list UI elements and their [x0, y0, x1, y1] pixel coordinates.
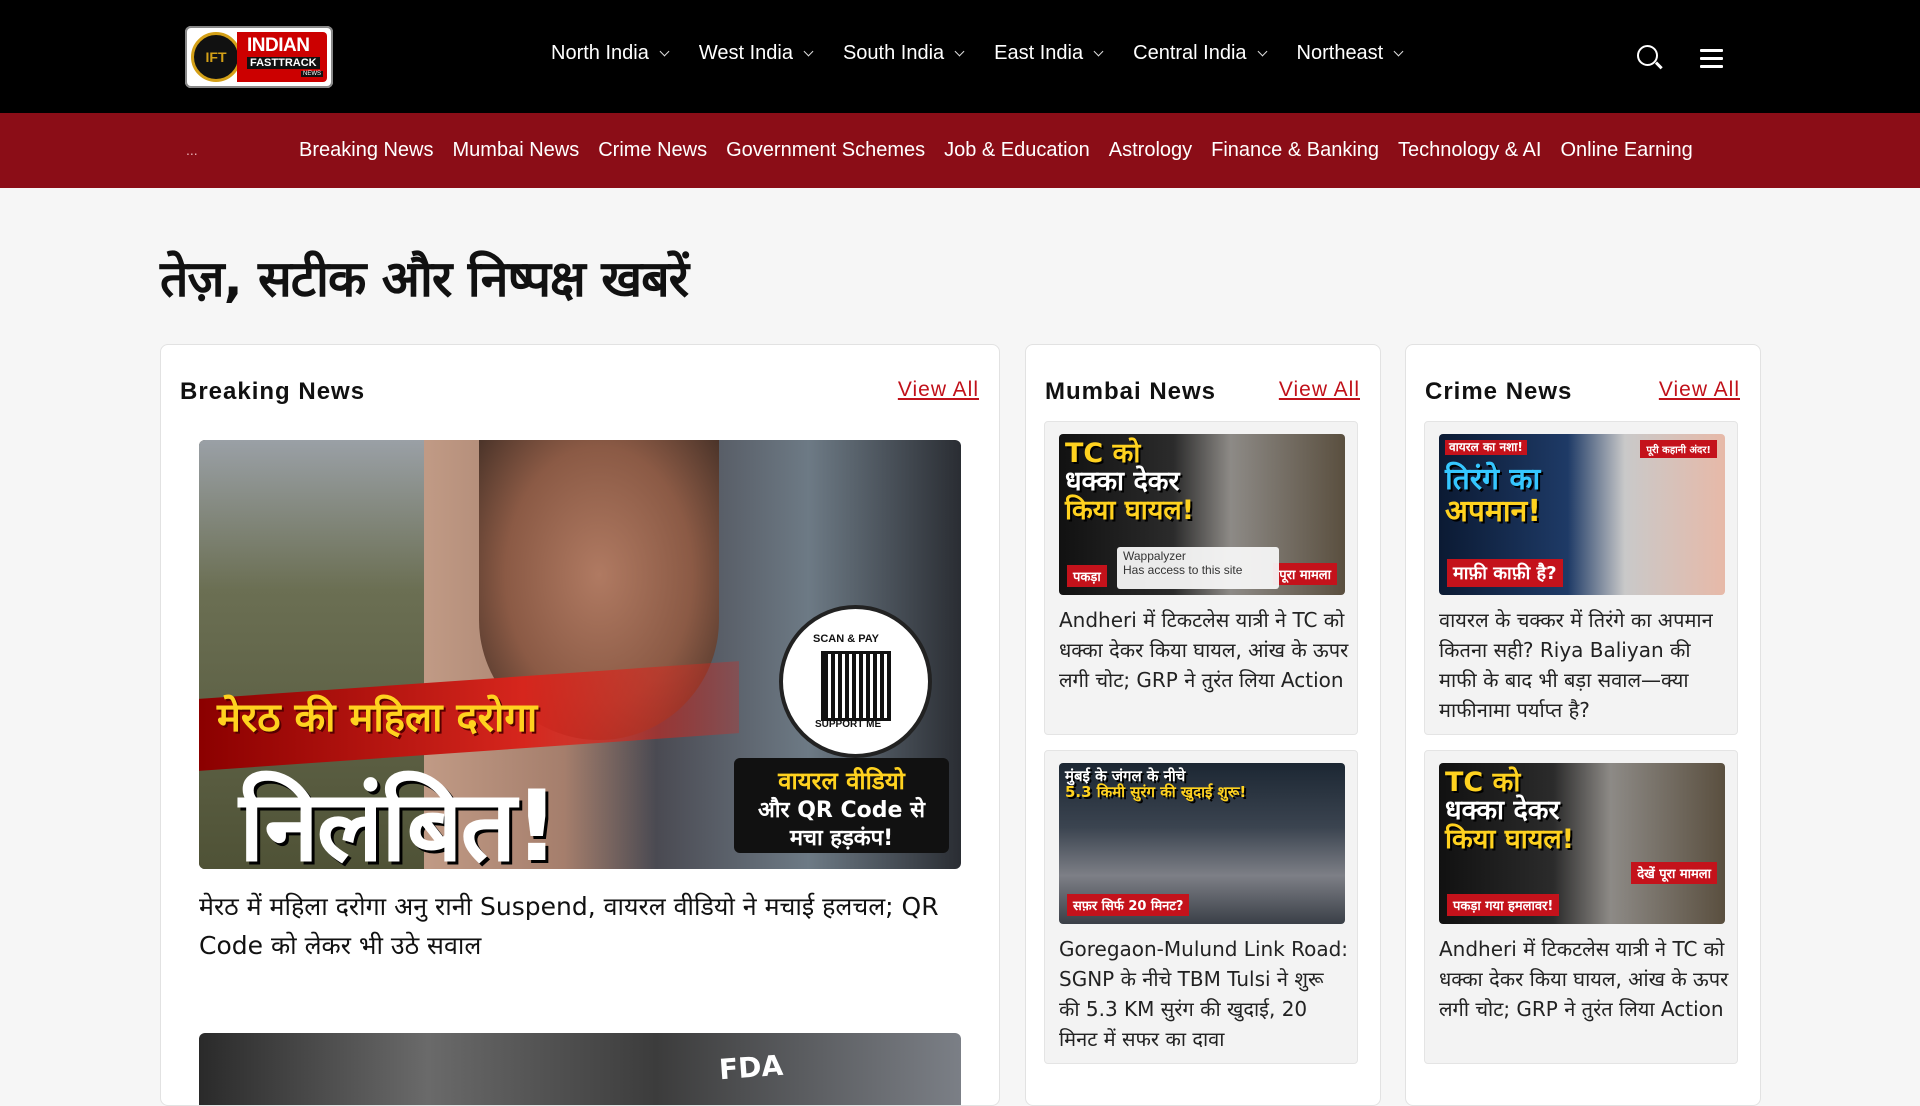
thumb-top: वायरल का नशा! — [1445, 440, 1527, 455]
hero-headline-link[interactable]: मेरठ में महिला दरोगा अनु रानी Suspend, व… — [199, 887, 959, 965]
news-headline[interactable]: Andheri में टिकटलेस यात्री ने TC को धक्क… — [1439, 934, 1729, 1024]
thumb-line2: धक्का देकर — [1445, 795, 1560, 827]
nav-south-india[interactable]: South India — [842, 42, 965, 65]
page-tagline: तेज़, सटीक और निष्पक्ष खबरें — [160, 250, 689, 308]
thumb-tag: माफ़ी काफ़ी है? — [1447, 559, 1563, 587]
view-all-link[interactable]: View All — [1279, 378, 1360, 402]
news-headline[interactable]: Andheri में टिकटलेस यात्री ने TC को धक्क… — [1059, 605, 1349, 695]
region-nav: North India West India South India East … — [551, 42, 1433, 65]
hero-side-box: वायरल वीडियो और QR Code से मचा हड़कंप! — [734, 758, 949, 853]
thumb-line1: TC को — [1065, 438, 1141, 469]
nav-west-india[interactable]: West India — [698, 42, 814, 65]
news-thumbnail: मुंबई के जंगल के नीचे 5.3 किमी सुरंग की … — [1059, 763, 1345, 924]
thumb-tag-right: देखें पूरा मामला — [1631, 862, 1717, 884]
thumb-line3: किया घायल! — [1445, 823, 1575, 855]
popup-title: Wappalyzer — [1123, 549, 1186, 563]
nav-label: East India — [994, 42, 1084, 64]
qr-code-badge: SCAN & PAY SUPPORT ME — [779, 605, 932, 758]
nav-label: Northeast — [1296, 42, 1384, 64]
section-title: Breaking News — [180, 378, 366, 405]
list-item[interactable]: मुंबई के जंगल के नीचे 5.3 किमी सुरंग की … — [1044, 750, 1358, 1064]
chevron-down-icon — [659, 46, 670, 57]
qr-bottom-text: SUPPORT ME — [815, 719, 882, 730]
nav-north-india[interactable]: North India — [551, 42, 670, 65]
hamburger-menu-icon[interactable] — [1700, 49, 1723, 69]
nav-label: North India — [551, 42, 649, 64]
news-headline[interactable]: वायरल के चक्कर में तिरंगे का अपमान कितना… — [1439, 605, 1729, 725]
chevron-down-icon — [1093, 46, 1104, 57]
logo-crest: IFT — [191, 32, 241, 82]
thumb-tag: सफ़र सिर्फ 20 मिनट? — [1067, 894, 1190, 916]
side-line3: मचा हड़कंप! — [789, 826, 894, 851]
chevron-down-icon — [954, 46, 965, 57]
fda-sign-text: FDA — [717, 1048, 785, 1087]
qr-top-text: SCAN & PAY — [813, 633, 880, 645]
chevron-down-icon — [1393, 46, 1404, 57]
cat-breaking-news[interactable]: Breaking News — [299, 139, 434, 162]
view-all-link[interactable]: View All — [1659, 378, 1740, 402]
qr-code-icon — [821, 651, 891, 721]
logo-line1: INDIAN — [247, 35, 310, 56]
category-nav: Breaking News Mumbai News Crime News Gov… — [299, 139, 1712, 162]
nav-central-india[interactable]: Central India — [1133, 42, 1267, 65]
cat-government-schemes[interactable]: Government Schemes — [726, 139, 925, 162]
breaking-news-card: Breaking News View All मेरठ की महिला दरो… — [160, 344, 1000, 1106]
thumb-tag-right: पूरी कहानी अंदर! — [1640, 440, 1717, 458]
cat-job-education[interactable]: Job & Education — [944, 139, 1090, 162]
news-thumbnail: TC को धक्का देकर किया घायल! पकड़ा गया हम… — [1439, 763, 1725, 924]
nav-east-india[interactable]: East India — [994, 42, 1104, 65]
thumb-tag: पकड़ा — [1067, 565, 1107, 587]
site-logo[interactable]: IFT INDIAN FASTTRACK NEWS — [185, 26, 333, 88]
cat-online-earning[interactable]: Online Earning — [1560, 139, 1692, 162]
popup-subtitle: Has access to this site — [1123, 563, 1243, 577]
thumb-line1: TC को — [1445, 767, 1521, 798]
list-item[interactable]: वायरल का नशा! तिरंगे का अपमान! माफ़ी काफ… — [1424, 421, 1738, 735]
category-more-dots[interactable]: ... — [186, 142, 198, 158]
thumb-line1: तिरंगे का — [1445, 462, 1541, 497]
search-icon[interactable] — [1637, 45, 1658, 66]
side-line1: वायरल वीडियो — [778, 767, 905, 795]
thumb-line2: धक्का देकर — [1065, 466, 1180, 498]
cat-astrology[interactable]: Astrology — [1109, 139, 1192, 162]
view-all-link[interactable]: View All — [898, 378, 979, 402]
thumb-tag-right: पूरा मामला — [1273, 563, 1337, 585]
cat-technology-ai[interactable]: Technology & AI — [1398, 139, 1541, 162]
crime-news-card: Crime News View All वायरल का नशा! तिरंगे… — [1405, 344, 1761, 1106]
chevron-down-icon — [1257, 46, 1267, 57]
news-headline[interactable]: Goregaon-Mulund Link Road: SGNP के नीचे … — [1059, 934, 1349, 1054]
hero-news-image[interactable]: मेरठ की महिला दरोगा निलंबित! SCAN & PAY … — [199, 440, 961, 869]
wappalyzer-popup: Wappalyzer Has access to this site — [1117, 547, 1279, 589]
thumb-line3: किया घायल! — [1065, 494, 1195, 526]
thumb-line2: 5.3 किमी सुरंग की खुदाई शुरू! — [1065, 782, 1247, 801]
logo-line2: FASTTRACK — [247, 57, 320, 69]
section-title: Mumbai News — [1045, 378, 1217, 405]
side-line2: और QR Code से — [758, 798, 925, 823]
logo-line3: NEWS — [301, 71, 323, 77]
thumb-line2: अपमान! — [1445, 493, 1542, 529]
nav-label: Central India — [1133, 42, 1247, 64]
section-title: Crime News — [1425, 378, 1573, 405]
news-thumbnail: वायरल का नशा! तिरंगे का अपमान! माफ़ी काफ… — [1439, 434, 1725, 595]
chevron-down-icon — [803, 46, 814, 57]
second-news-image[interactable]: FDA — [199, 1033, 961, 1105]
nav-northeast[interactable]: Northeast — [1296, 42, 1404, 65]
mumbai-news-card: Mumbai News View All TC को धक्का देकर कि… — [1025, 344, 1381, 1106]
nav-label: West India — [698, 42, 793, 64]
news-thumbnail: TC को धक्का देकर किया घायल! पकड़ा पूरा म… — [1059, 434, 1345, 595]
cat-crime-news[interactable]: Crime News — [598, 139, 707, 162]
hero-overlay-main: निलंबित! — [239, 770, 559, 869]
top-navbar: IFT INDIAN FASTTRACK NEWS North India We… — [0, 0, 1920, 113]
thumb-tag: पकड़ा गया हमलावर! — [1447, 894, 1560, 916]
cat-mumbai-news[interactable]: Mumbai News — [453, 139, 580, 162]
list-item[interactable]: TC को धक्का देकर किया घायल! पकड़ा गया हम… — [1424, 750, 1738, 1064]
nav-label: South India — [842, 42, 945, 64]
cat-finance-banking[interactable]: Finance & Banking — [1211, 139, 1379, 162]
hero-overlay-top: मेरठ की महिला दरोगा — [217, 695, 538, 741]
list-item[interactable]: TC को धक्का देकर किया घायल! पकड़ा पूरा म… — [1044, 421, 1358, 735]
